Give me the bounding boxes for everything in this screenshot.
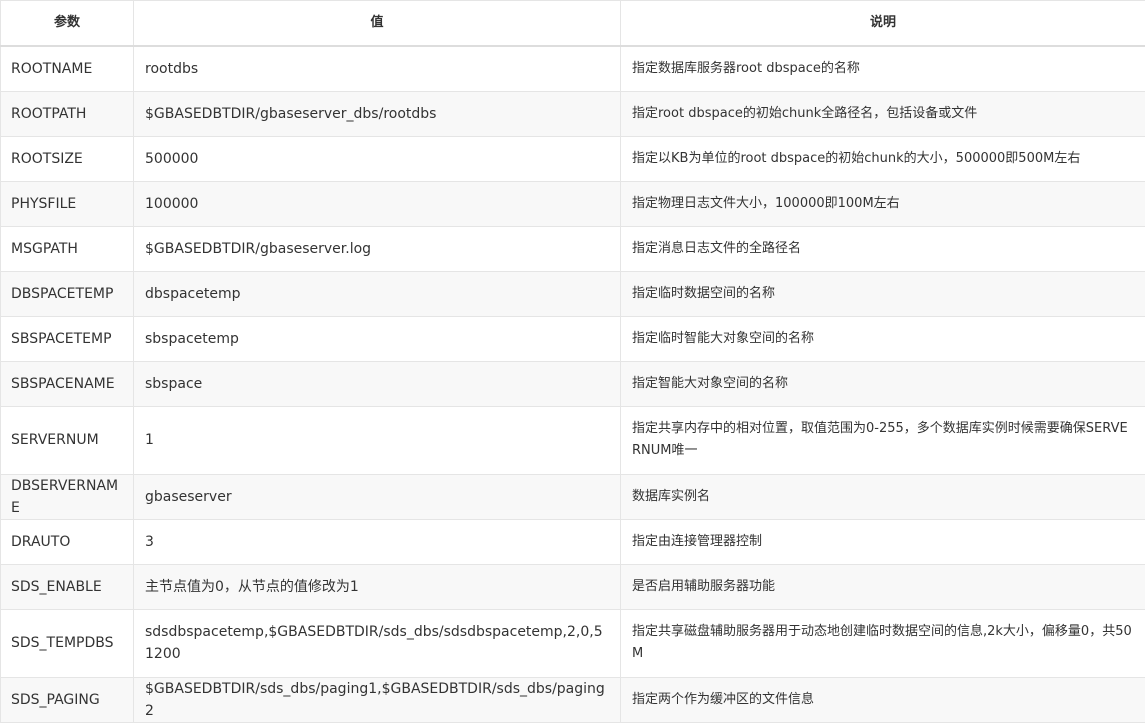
description-cell: 指定智能大对象空间的名称 <box>620 360 1145 407</box>
table-row: DBSPACETEMP dbspacetemp 指定临时数据空间的名称 <box>0 270 1145 317</box>
value-cell: rootdbs <box>133 45 621 92</box>
table-header-row: 参数 值 说明 <box>0 0 1145 47</box>
table-row: SBSPACENAME sbspace 指定智能大对象空间的名称 <box>0 360 1145 407</box>
table-row: MSGPATH $GBASEDBTDIR/gbaseserver.log 指定消… <box>0 225 1145 272</box>
value-cell: 100000 <box>133 180 621 227</box>
table-row: ROOTSIZE 500000 指定以KB为单位的root dbspace的初始… <box>0 135 1145 182</box>
description-cell: 指定两个作为缓冲区的文件信息 <box>620 676 1145 723</box>
param-cell: SDS_PAGING <box>0 676 134 723</box>
table-row: ROOTPATH $GBASEDBTDIR/gbaseserver_dbs/ro… <box>0 90 1145 137</box>
table-row: SDS_TEMPDBS sdsdbspacetemp,$GBASEDBTDIR/… <box>0 608 1145 678</box>
table-row: SDS_PAGING $GBASEDBTDIR/sds_dbs/paging1,… <box>0 676 1145 723</box>
description-cell: 数据库实例名 <box>620 473 1145 520</box>
value-cell: $GBASEDBTDIR/gbaseserver.log <box>133 225 621 272</box>
value-cell: sdsdbspacetemp,$GBASEDBTDIR/sds_dbs/sdsd… <box>133 608 621 678</box>
param-cell: SERVERNUM <box>0 405 134 475</box>
param-cell: ROOTPATH <box>0 90 134 137</box>
value-cell: sbspace <box>133 360 621 407</box>
param-cell: MSGPATH <box>0 225 134 272</box>
column-header-param: 参数 <box>0 0 134 47</box>
parameter-table: 参数 值 说明 ROOTNAME rootdbs 指定数据库服务器root db… <box>0 0 1145 723</box>
description-cell: 指定以KB为单位的root dbspace的初始chunk的大小，500000即… <box>620 135 1145 182</box>
param-cell: DBSERVERNAME <box>0 473 134 520</box>
table-row: DRAUTO 3 指定由连接管理器控制 <box>0 518 1145 565</box>
table-row: ROOTNAME rootdbs 指定数据库服务器root dbspace的名称 <box>0 45 1145 92</box>
param-cell: SDS_ENABLE <box>0 563 134 610</box>
description-cell: 指定临时智能大对象空间的名称 <box>620 315 1145 362</box>
value-cell: dbspacetemp <box>133 270 621 317</box>
column-header-description: 说明 <box>620 0 1145 47</box>
description-cell: 指定物理日志文件大小，100000即100M左右 <box>620 180 1145 227</box>
table-row: SDS_ENABLE 主节点值为0，从节点的值修改为1 是否启用辅助服务器功能 <box>0 563 1145 610</box>
column-header-value: 值 <box>133 0 621 47</box>
value-cell: 主节点值为0，从节点的值修改为1 <box>133 563 621 610</box>
value-cell: 1 <box>133 405 621 475</box>
value-cell: 3 <box>133 518 621 565</box>
value-cell: sbspacetemp <box>133 315 621 362</box>
param-cell: SDS_TEMPDBS <box>0 608 134 678</box>
description-cell: 指定共享内存中的相对位置，取值范围为0-255，多个数据库实例时候需要确保SER… <box>620 405 1145 475</box>
param-cell: DRAUTO <box>0 518 134 565</box>
value-cell: gbaseserver <box>133 473 621 520</box>
param-cell: DBSPACETEMP <box>0 270 134 317</box>
param-cell: SBSPACENAME <box>0 360 134 407</box>
description-cell: 指定共享磁盘辅助服务器用于动态地创建临时数据空间的信息,2k大小，偏移量0，共5… <box>620 608 1145 678</box>
param-cell: ROOTNAME <box>0 45 134 92</box>
table-row: SBSPACETEMP sbspacetemp 指定临时智能大对象空间的名称 <box>0 315 1145 362</box>
value-cell: 500000 <box>133 135 621 182</box>
table-row: SERVERNUM 1 指定共享内存中的相对位置，取值范围为0-255，多个数据… <box>0 405 1145 475</box>
param-cell: ROOTSIZE <box>0 135 134 182</box>
table-row: PHYSFILE 100000 指定物理日志文件大小，100000即100M左右 <box>0 180 1145 227</box>
param-cell: SBSPACETEMP <box>0 315 134 362</box>
description-cell: 指定数据库服务器root dbspace的名称 <box>620 45 1145 92</box>
description-cell: 指定由连接管理器控制 <box>620 518 1145 565</box>
table-row: DBSERVERNAME gbaseserver 数据库实例名 <box>0 473 1145 520</box>
description-cell: 是否启用辅助服务器功能 <box>620 563 1145 610</box>
description-cell: 指定消息日志文件的全路径名 <box>620 225 1145 272</box>
value-cell: $GBASEDBTDIR/sds_dbs/paging1,$GBASEDBTDI… <box>133 676 621 723</box>
description-cell: 指定root dbspace的初始chunk全路径名，包括设备或文件 <box>620 90 1145 137</box>
param-cell: PHYSFILE <box>0 180 134 227</box>
description-cell: 指定临时数据空间的名称 <box>620 270 1145 317</box>
value-cell: $GBASEDBTDIR/gbaseserver_dbs/rootdbs <box>133 90 621 137</box>
